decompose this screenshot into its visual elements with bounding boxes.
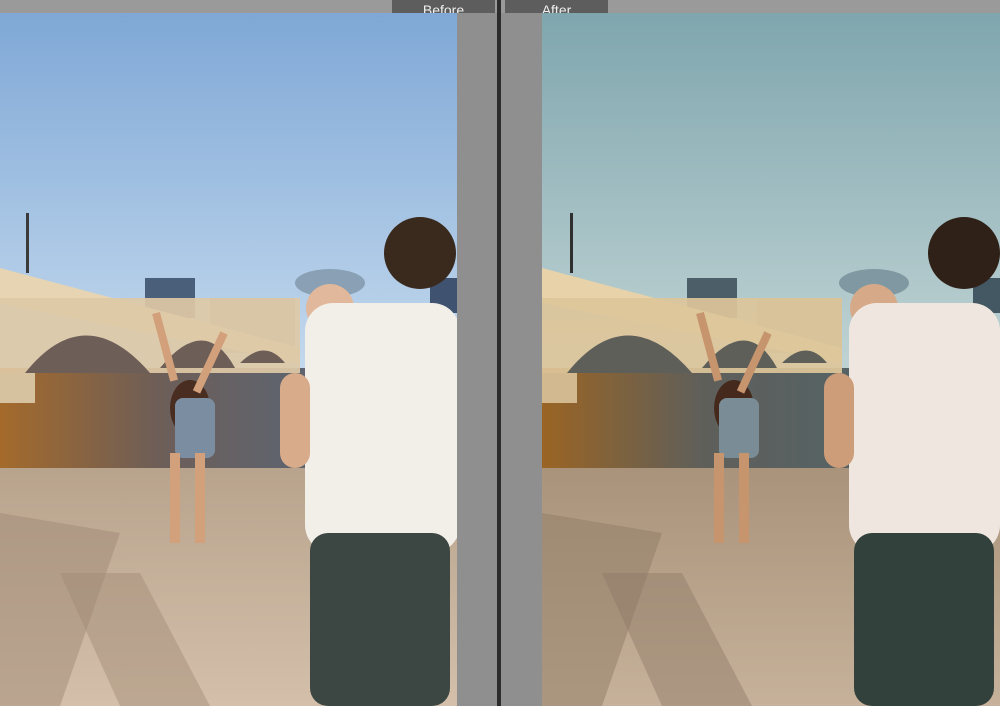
before-photo: [0, 13, 457, 706]
after-photo: [542, 13, 1000, 706]
before-photo-pane[interactable]: [0, 13, 457, 706]
after-pane-margin: [501, 13, 542, 706]
before-pane-margin: [457, 13, 497, 706]
after-photo-pane[interactable]: [542, 13, 1000, 706]
